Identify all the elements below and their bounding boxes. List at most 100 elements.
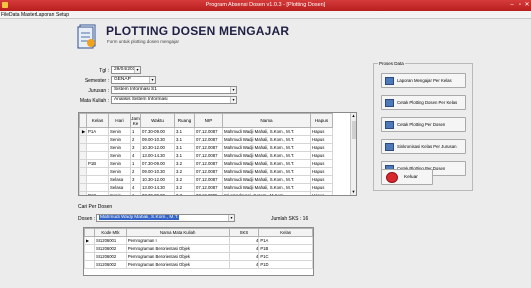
vertical-scrollbar[interactable]: ▲ ▼ xyxy=(350,113,356,195)
table-cell: Mahmudi Wadji Mahali, S.Kom., M.T. xyxy=(222,151,311,160)
table-cell: Senin xyxy=(108,191,131,195)
table-cell xyxy=(86,183,109,192)
table-row[interactable]: SI1206002 Pemrograman Berorientasi Objek 4… xyxy=(84,244,313,253)
row-selector[interactable] xyxy=(79,151,87,160)
table-cell: 3.3 xyxy=(174,191,195,195)
table-cell: Selasa xyxy=(108,175,131,184)
dosen-select[interactable]: Mahmudi Wadji Mahali, S.Kom., M.T. ▾ xyxy=(96,214,235,222)
table-cell: 1 xyxy=(130,159,141,168)
close-icon[interactable]: ✕ xyxy=(523,1,531,9)
tgl-date-picker[interactable]: 29/04/2012 ▾ xyxy=(111,66,141,74)
row-selector[interactable] xyxy=(79,167,87,176)
menu-laporan[interactable]: Laporan xyxy=(36,12,54,18)
table-cell: Pemrograman I xyxy=(125,236,230,245)
table-cell: Hapus xyxy=(310,127,333,136)
table-row[interactable]: Senin 3 10.30-12.00 3.1 07.12.0087 Mahmudi Wa… xyxy=(79,143,333,152)
row-selector[interactable] xyxy=(84,252,95,261)
menu-data-master[interactable]: Data Master xyxy=(9,12,36,18)
table-row[interactable]: SI1206002 Pemrograman Berorientasi Objek 4… xyxy=(84,260,313,269)
table-row[interactable]: P1B Senin 1 07.30-09.00 3.2 07.12.0087 Mahmudi… xyxy=(79,159,333,168)
table-cell: 2 xyxy=(130,167,141,176)
table-cell: 07.30-09.00 xyxy=(140,127,175,136)
matakuliah-select[interactable]: Analisis Sistem Informasi ▾ xyxy=(111,96,237,104)
printer-icon xyxy=(385,121,394,129)
col-header[interactable]: NIP xyxy=(194,113,223,128)
table-cell: SI1206001 xyxy=(93,236,127,245)
row-selector[interactable] xyxy=(79,175,87,184)
cetak-plotting-dosen-button[interactable]: Cetak Plotting Per Dosen xyxy=(381,117,466,132)
table-cell: Selasa xyxy=(108,183,131,192)
report-icon xyxy=(385,77,394,85)
table-cell: 13.00-14.30 xyxy=(140,183,175,192)
laporan-mengajar-button[interactable]: Laporan Mengajar Per Kelas xyxy=(381,73,466,88)
jurusan-select[interactable]: Sistem Informasi S1 ▾ xyxy=(111,86,237,94)
table-cell: 3.1 xyxy=(174,151,195,160)
table-cell: Mahmudi Wadji Mahali, S.Kom., M.T. xyxy=(222,135,311,144)
row-selector[interactable] xyxy=(79,143,87,152)
col-header[interactable]: Ruang xyxy=(174,113,195,128)
chevron-down-icon[interactable]: ▾ xyxy=(228,215,234,221)
col-header[interactable] xyxy=(79,113,87,128)
table-row[interactable]: Senin 2 09.00-10.30 3.1 07.12.0087 Mahmudi Wa… xyxy=(79,135,333,144)
table-cell: 13.00-14.30 xyxy=(140,151,175,160)
scroll-thumb[interactable] xyxy=(352,121,356,139)
scroll-up-icon[interactable]: ▲ xyxy=(351,113,356,119)
table-row[interactable]: SI1206002 Pemrograman Berorientasi Objek 4… xyxy=(84,252,313,261)
keluar-button[interactable]: Keluar xyxy=(381,169,433,185)
table-row[interactable]: ▶ P1A Senin 1 07.30-09.00 3.1 07.12.0087 Mahmud… xyxy=(79,127,333,136)
table-cell: Pemrograman Berorientasi Objek xyxy=(125,260,230,269)
col-header[interactable]: Waktu xyxy=(140,113,175,128)
chevron-down-icon[interactable]: ▾ xyxy=(149,77,155,83)
table-cell: 3 xyxy=(130,143,141,152)
row-selector[interactable] xyxy=(79,135,87,144)
row-selector[interactable]: ▶ xyxy=(84,236,95,245)
col-header[interactable]: Kode Mtk xyxy=(93,228,127,237)
col-header[interactable]: Hapus xyxy=(310,113,333,128)
row-selector[interactable] xyxy=(79,183,87,192)
row-selector[interactable] xyxy=(84,260,95,269)
minimize-icon[interactable]: – xyxy=(508,1,516,9)
menu-file[interactable]: File xyxy=(1,12,9,18)
col-header[interactable]: Nama Mata Kuliah xyxy=(125,228,230,237)
table-cell: 07.12.0087 xyxy=(194,167,223,176)
col-header[interactable]: Hari xyxy=(108,113,131,128)
jumlah-sks: Jumlah SKS : 16 xyxy=(271,216,309,222)
table-cell: 10.30-12.00 xyxy=(140,175,175,184)
dosen-grid[interactable]: Kode Mtk Nama Mata Kuliah SKS Kelas ▶ SI1… xyxy=(83,227,314,276)
table-row[interactable]: P1C Senin 1 07.30-09.00 3.3 07.12.0005 Sri Han… xyxy=(79,191,333,195)
row-selector[interactable] xyxy=(79,191,87,195)
row-selector[interactable]: ▶ xyxy=(79,127,87,136)
table-cell: Pemrograman Berorientasi Objek xyxy=(125,244,230,253)
chevron-down-icon[interactable]: ▾ xyxy=(230,97,236,103)
col-header[interactable] xyxy=(84,228,95,237)
table-row[interactable]: Senin 2 09.00-10.30 3.2 07.12.0087 Mahmudi Wa… xyxy=(79,167,333,176)
plotting-grid[interactable]: Kelas Hari Jam Ke Waktu Ruang NIP Nama H… xyxy=(78,112,357,196)
col-header[interactable]: SKS xyxy=(228,228,260,237)
col-header[interactable]: Jam Ke xyxy=(130,113,141,128)
table-row[interactable]: Selasa 4 13.00-14.30 3.2 07.12.0087 Mahmudi W… xyxy=(79,183,333,192)
table-cell xyxy=(86,175,109,184)
row-selector[interactable] xyxy=(84,244,95,253)
table-row[interactable]: Selasa 3 10.30-12.00 3.2 07.12.0087 Mahmudi W… xyxy=(79,175,333,184)
jurusan-value: Sistem Informasi S1 xyxy=(114,87,157,92)
semester-select[interactable]: GENAP ▾ xyxy=(111,76,156,84)
chevron-down-icon[interactable]: ▾ xyxy=(230,87,236,93)
sinkronisasi-kelas-button[interactable]: Sinkronisasi Kelas Per Jurusan xyxy=(381,139,466,154)
table-cell: 09.00-10.30 xyxy=(140,167,175,176)
menu-setup[interactable]: Setup xyxy=(56,12,69,18)
table-row[interactable]: Senin 4 13.00-14.30 3.1 07.12.0087 Mahmudi Wa… xyxy=(79,151,333,160)
cetak-plotting-kelas-button[interactable]: Cetak Plotting Dosen Per Kelas xyxy=(381,95,466,110)
table-cell: 4 xyxy=(130,151,141,160)
col-header[interactable]: Nama xyxy=(222,113,311,128)
table-cell: Mahmudi Wadji Mahali, S.Kom., M.T. xyxy=(222,175,311,184)
col-header[interactable]: Kelas xyxy=(86,113,109,128)
scroll-down-icon[interactable]: ▼ xyxy=(351,189,356,195)
table-row[interactable]: ▶ SI1206001 Pemrograman I 4 P1A xyxy=(84,236,313,245)
table-cell xyxy=(86,167,109,176)
col-header[interactable]: Kelas xyxy=(258,228,313,237)
table-cell xyxy=(86,135,109,144)
table-cell: 1 xyxy=(130,191,141,195)
table-cell: Hapus xyxy=(310,135,333,144)
row-selector[interactable] xyxy=(79,159,87,168)
calendar-dropdown-icon[interactable]: ▾ xyxy=(134,67,140,73)
